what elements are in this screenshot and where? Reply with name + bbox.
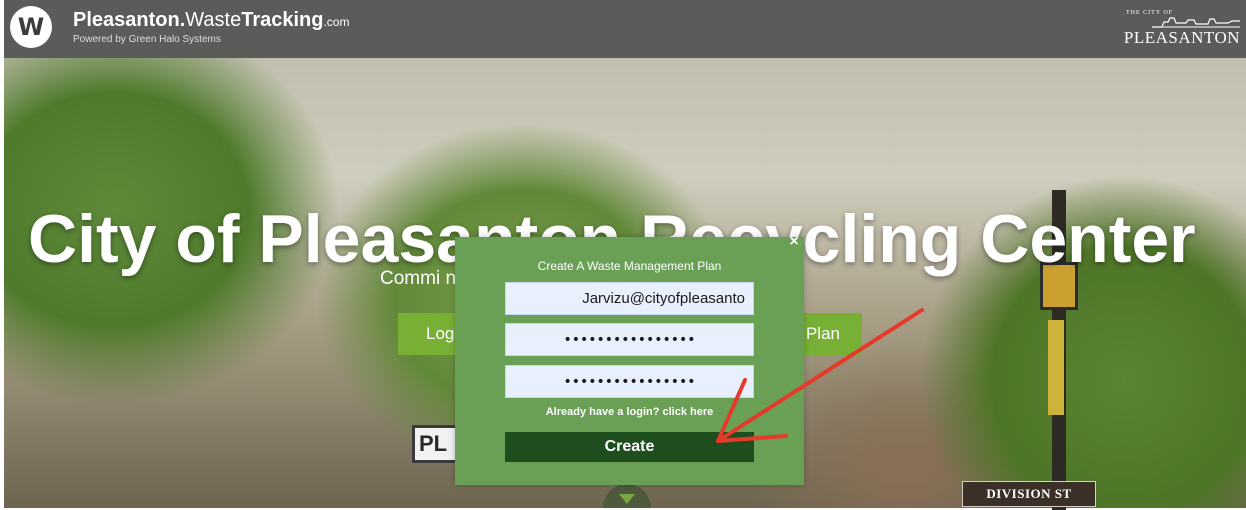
- city-skyline-icon: [1152, 17, 1240, 28]
- city-logo-name: PLEASANTON: [1123, 28, 1240, 47]
- confirm-password-field[interactable]: [505, 365, 754, 398]
- password-field[interactable]: [505, 323, 754, 356]
- greenhalo-logo-icon[interactable]: W: [10, 6, 52, 48]
- email-field[interactable]: [505, 282, 754, 315]
- city-of-pleasanton-logo[interactable]: THE CITY OF PLEASANTON: [1123, 10, 1240, 48]
- brand-part-1: Pleasanton.: [73, 9, 186, 31]
- brand-part-4: .com: [323, 15, 350, 29]
- create-button[interactable]: Create: [505, 432, 754, 462]
- close-icon[interactable]: ×: [787, 234, 801, 250]
- building-sign: PL: [412, 425, 458, 463]
- street-banner: [1048, 320, 1064, 415]
- site-brand[interactable]: Pleasanton.WasteTracking.com: [73, 9, 349, 33]
- brand-subtitle: Powered by Green Halo Systems: [73, 34, 221, 45]
- street-sign: DIVISION ST: [962, 481, 1096, 507]
- brand-part-2: Waste: [185, 9, 242, 31]
- login-link[interactable]: Already have a login? click here: [455, 406, 804, 418]
- modal-title: Create A Waste Management Plan: [537, 259, 722, 273]
- brand-part-3: Tracking: [241, 9, 324, 31]
